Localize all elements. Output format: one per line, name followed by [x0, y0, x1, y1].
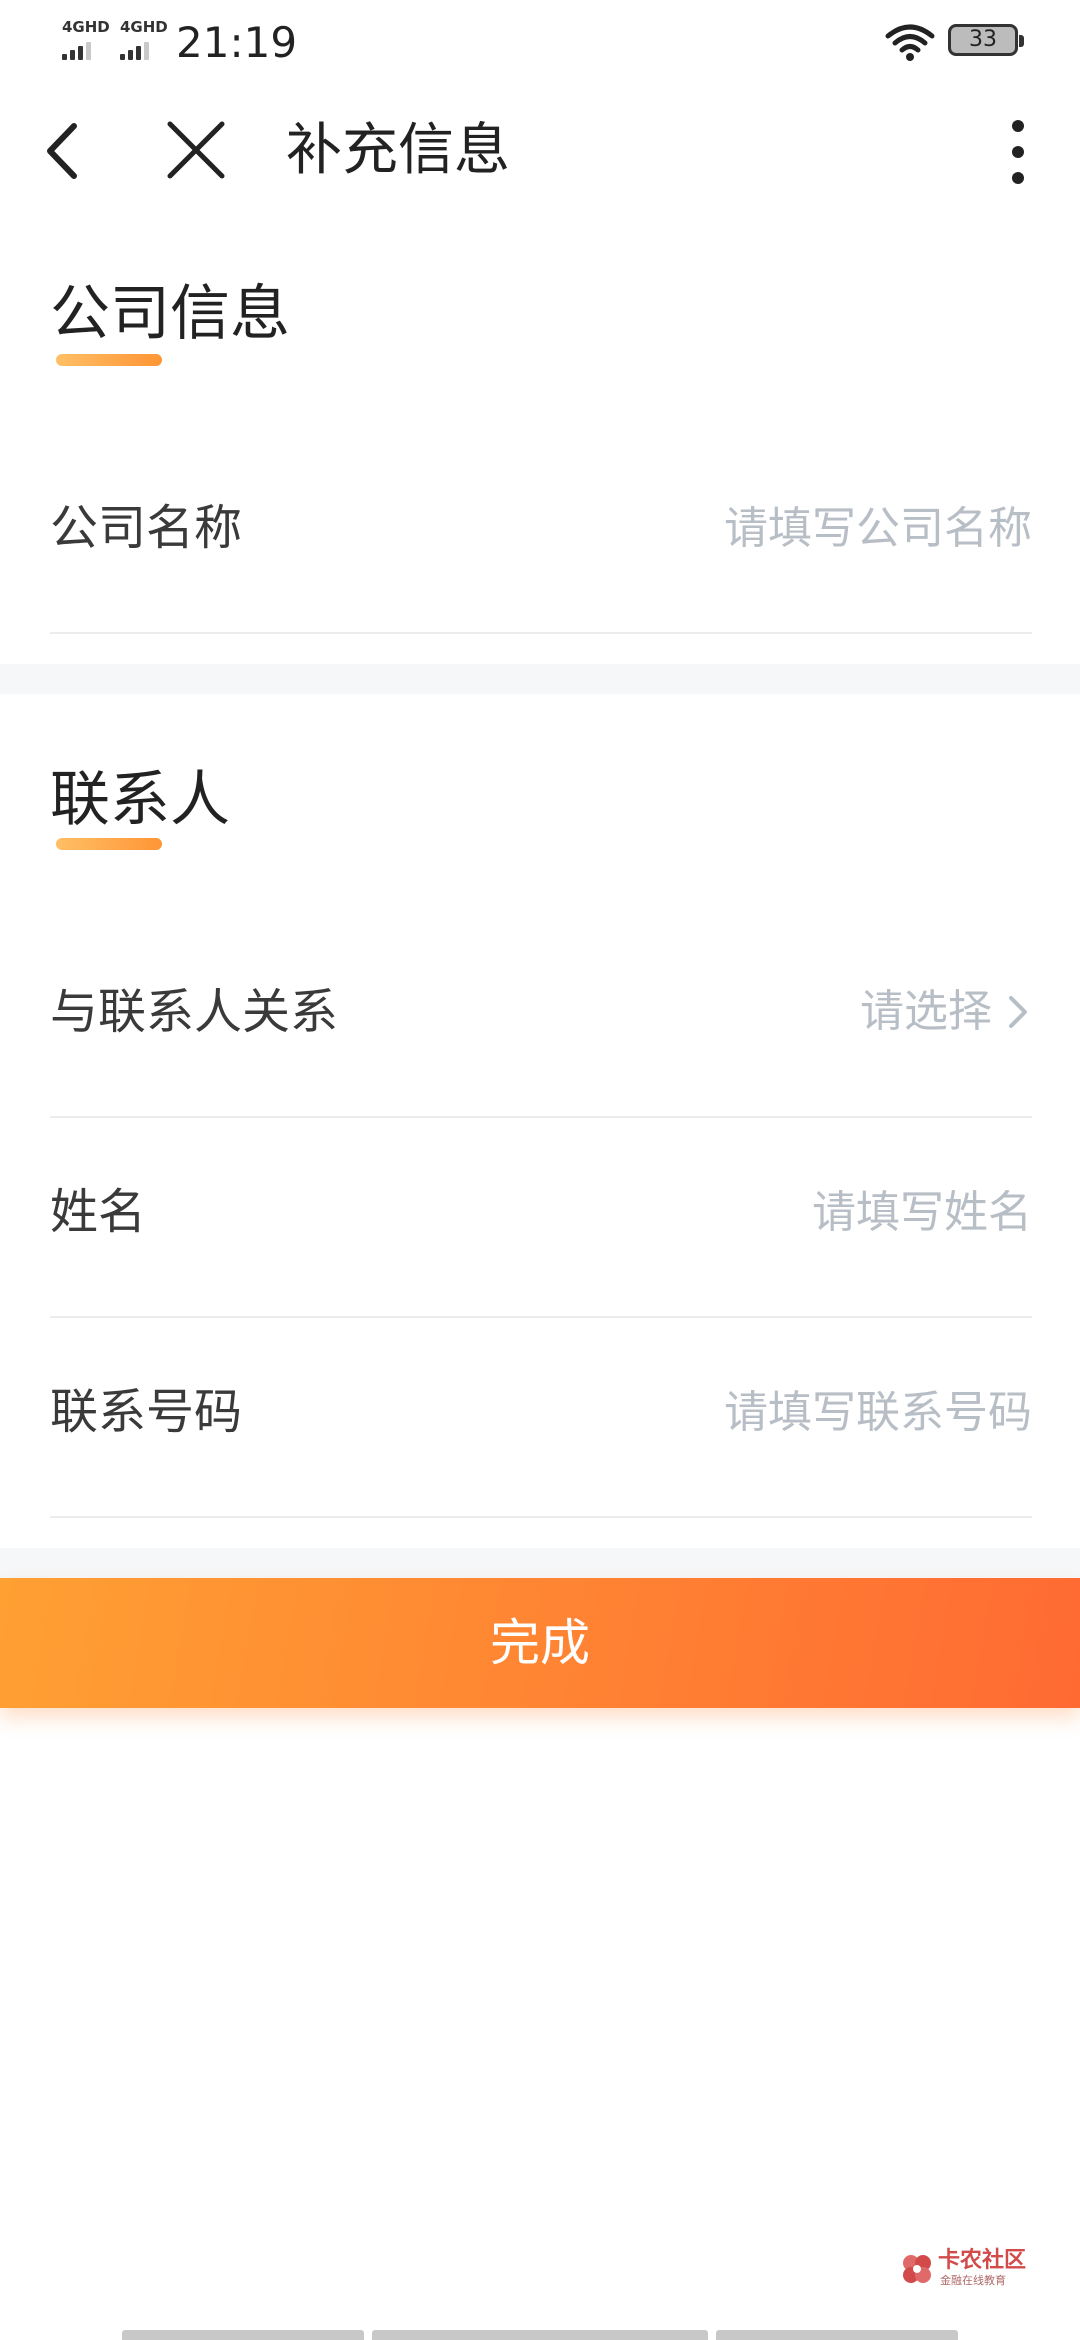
close-icon[interactable]	[160, 114, 232, 186]
network-type-label-2: 4GHD	[120, 18, 168, 36]
battery-level: 33	[969, 27, 997, 52]
company-name-label: 公司名称	[50, 500, 243, 556]
back-icon[interactable]	[36, 116, 96, 186]
relation-label: 与联系人关系	[50, 984, 339, 1040]
contact-section-title: 联系人	[50, 765, 230, 835]
section-divider	[0, 664, 1080, 694]
relation-select[interactable]: 请选择	[860, 980, 1032, 1044]
phone-row[interactable]: 联系号码	[50, 1318, 1032, 1518]
company-section-underline	[56, 354, 162, 366]
bottom-divider	[0, 1548, 1080, 1578]
company-name-row[interactable]: 公司名称	[50, 434, 1032, 634]
system-nav-bar-left[interactable]	[122, 2330, 364, 2340]
contact-section-underline	[56, 838, 162, 850]
status-time: 21:19	[176, 18, 298, 67]
phone-label: 联系号码	[50, 1384, 243, 1440]
cellular-signal-icon: 4GHD	[58, 18, 112, 60]
phone-input[interactable]	[512, 1380, 1032, 1444]
name-row[interactable]: 姓名	[50, 1118, 1032, 1318]
chevron-right-icon	[1009, 996, 1027, 1028]
network-type-label: 4GHD	[62, 18, 110, 36]
more-options-icon[interactable]	[996, 112, 1040, 192]
company-name-input[interactable]	[512, 496, 1032, 560]
watermark: 卡农社区 金融在线教育	[900, 2248, 1050, 2292]
system-nav-bar-center[interactable]	[372, 2330, 708, 2340]
company-section-title: 公司信息	[50, 279, 290, 349]
name-input[interactable]	[512, 1180, 1032, 1244]
watermark-text: 卡农社区	[938, 2248, 1027, 2273]
system-nav-bar-right[interactable]	[716, 2330, 958, 2340]
name-label: 姓名	[50, 1184, 147, 1240]
relation-row[interactable]: 与联系人关系 请选择	[50, 918, 1032, 1118]
nav-bar: 补充信息	[0, 90, 1080, 210]
watermark-logo-icon	[903, 2255, 931, 2283]
status-bar: 4GHD 4GHD 21:19 33	[0, 0, 1080, 90]
battery-icon: 33	[948, 24, 1024, 56]
relation-placeholder: 请选择	[860, 986, 992, 1037]
cellular-signal-icon-2: 4GHD	[116, 18, 170, 60]
wifi-icon	[885, 24, 935, 61]
done-button[interactable]: 完成	[0, 1578, 1080, 1708]
page-title: 补充信息	[286, 118, 510, 183]
watermark-subtext: 金融在线教育	[940, 2274, 1006, 2287]
